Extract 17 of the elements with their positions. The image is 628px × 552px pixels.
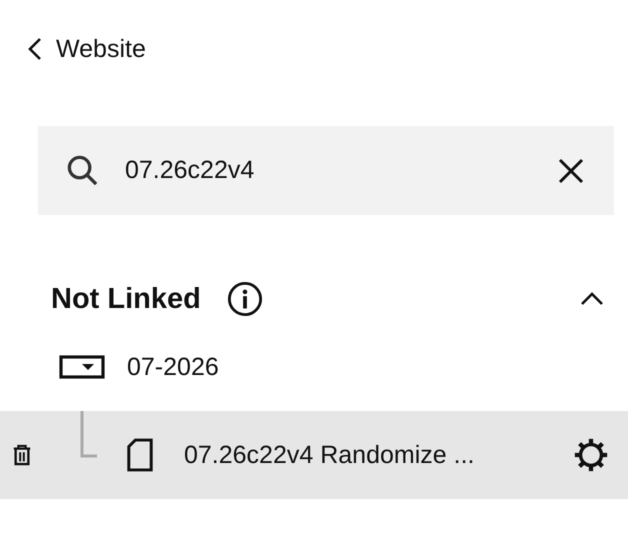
search-field[interactable]: 07.26c22v4 — [125, 156, 532, 185]
back-icon[interactable] — [28, 37, 42, 61]
trash-icon[interactable] — [12, 443, 32, 467]
page-row[interactable]: 07.26c22v4 Randomize ... — [0, 411, 628, 499]
folder-label: 07-2026 — [127, 352, 219, 382]
page-label: 07.26c22v4 Randomize ... — [184, 440, 474, 470]
back-link[interactable]: Website — [56, 34, 146, 64]
folder-icon — [59, 355, 105, 379]
search-icon — [66, 154, 99, 187]
tree-connector — [79, 411, 97, 459]
caret-icon[interactable] — [580, 292, 604, 306]
close-icon[interactable] — [558, 158, 584, 184]
settings-icon[interactable] — [572, 436, 610, 474]
page-icon — [126, 438, 154, 472]
folder-row[interactable]: 07-2026 — [0, 323, 628, 411]
info-icon[interactable] — [226, 281, 263, 317]
section-title: Not Linked — [51, 282, 201, 316]
